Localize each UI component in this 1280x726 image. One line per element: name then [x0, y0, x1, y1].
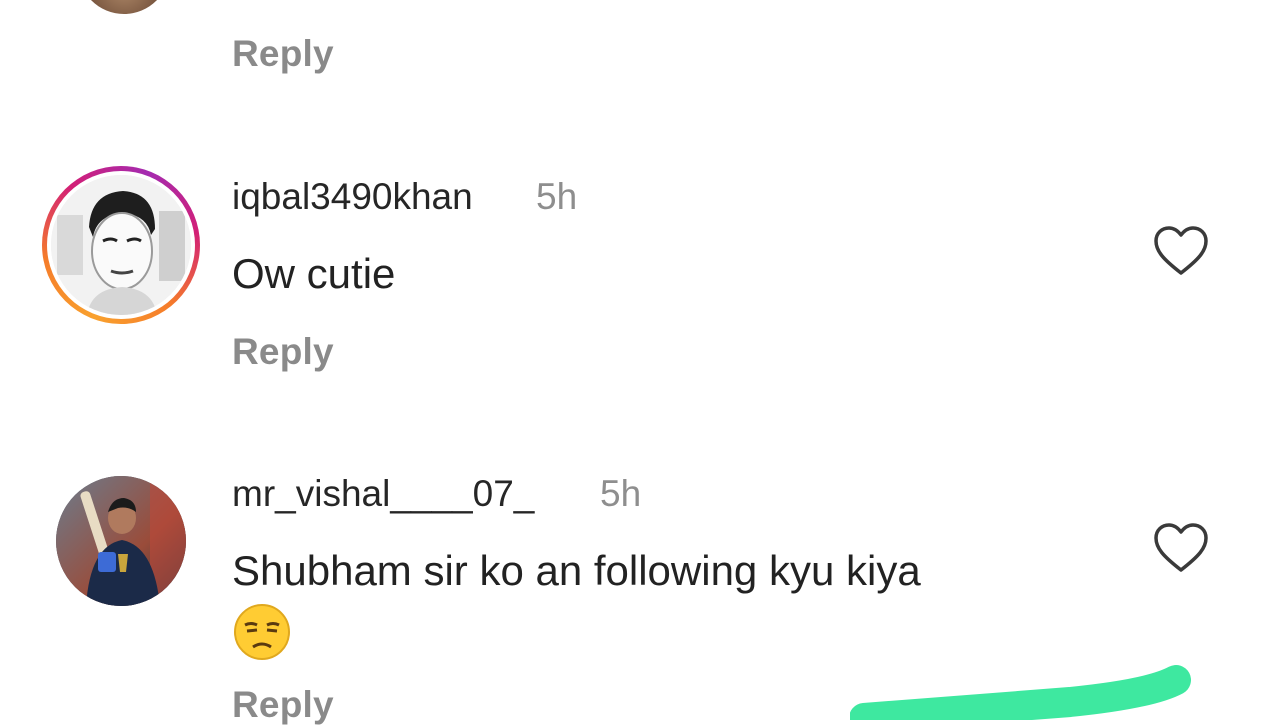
comment-2-timestamp: 5h: [600, 473, 642, 514]
comment-1-timestamp: 5h: [536, 176, 578, 217]
comment-2-username[interactable]: mr_vishal____07_: [232, 473, 534, 515]
comment-2-avatar[interactable]: [56, 476, 186, 606]
cricketer-portrait-icon: [56, 476, 186, 606]
previous-comment-avatar[interactable]: [78, 0, 170, 14]
comment-1-avatar: [51, 175, 191, 315]
highlighter-stroke: [850, 665, 1191, 720]
comment-1-username[interactable]: iqbal3490khan: [232, 176, 473, 218]
comment-2-like-button[interactable]: [1153, 522, 1209, 574]
comment-1-text: Ow cutie: [232, 250, 396, 297]
comment-1-avatar-story-ring[interactable]: [42, 166, 200, 324]
heart-outline-icon: [1154, 226, 1208, 275]
previous-comment-reply-button[interactable]: Reply: [232, 33, 334, 75]
comment-1-reply-button[interactable]: Reply: [232, 331, 334, 373]
comment-1-like-button[interactable]: [1153, 225, 1209, 277]
heart-outline-icon: [1154, 523, 1208, 572]
comment-2-text: Shubham sir ko an following kyu kiya: [232, 547, 921, 594]
person-portrait-icon: [51, 175, 191, 315]
unamused-face-emoji: [233, 603, 291, 661]
